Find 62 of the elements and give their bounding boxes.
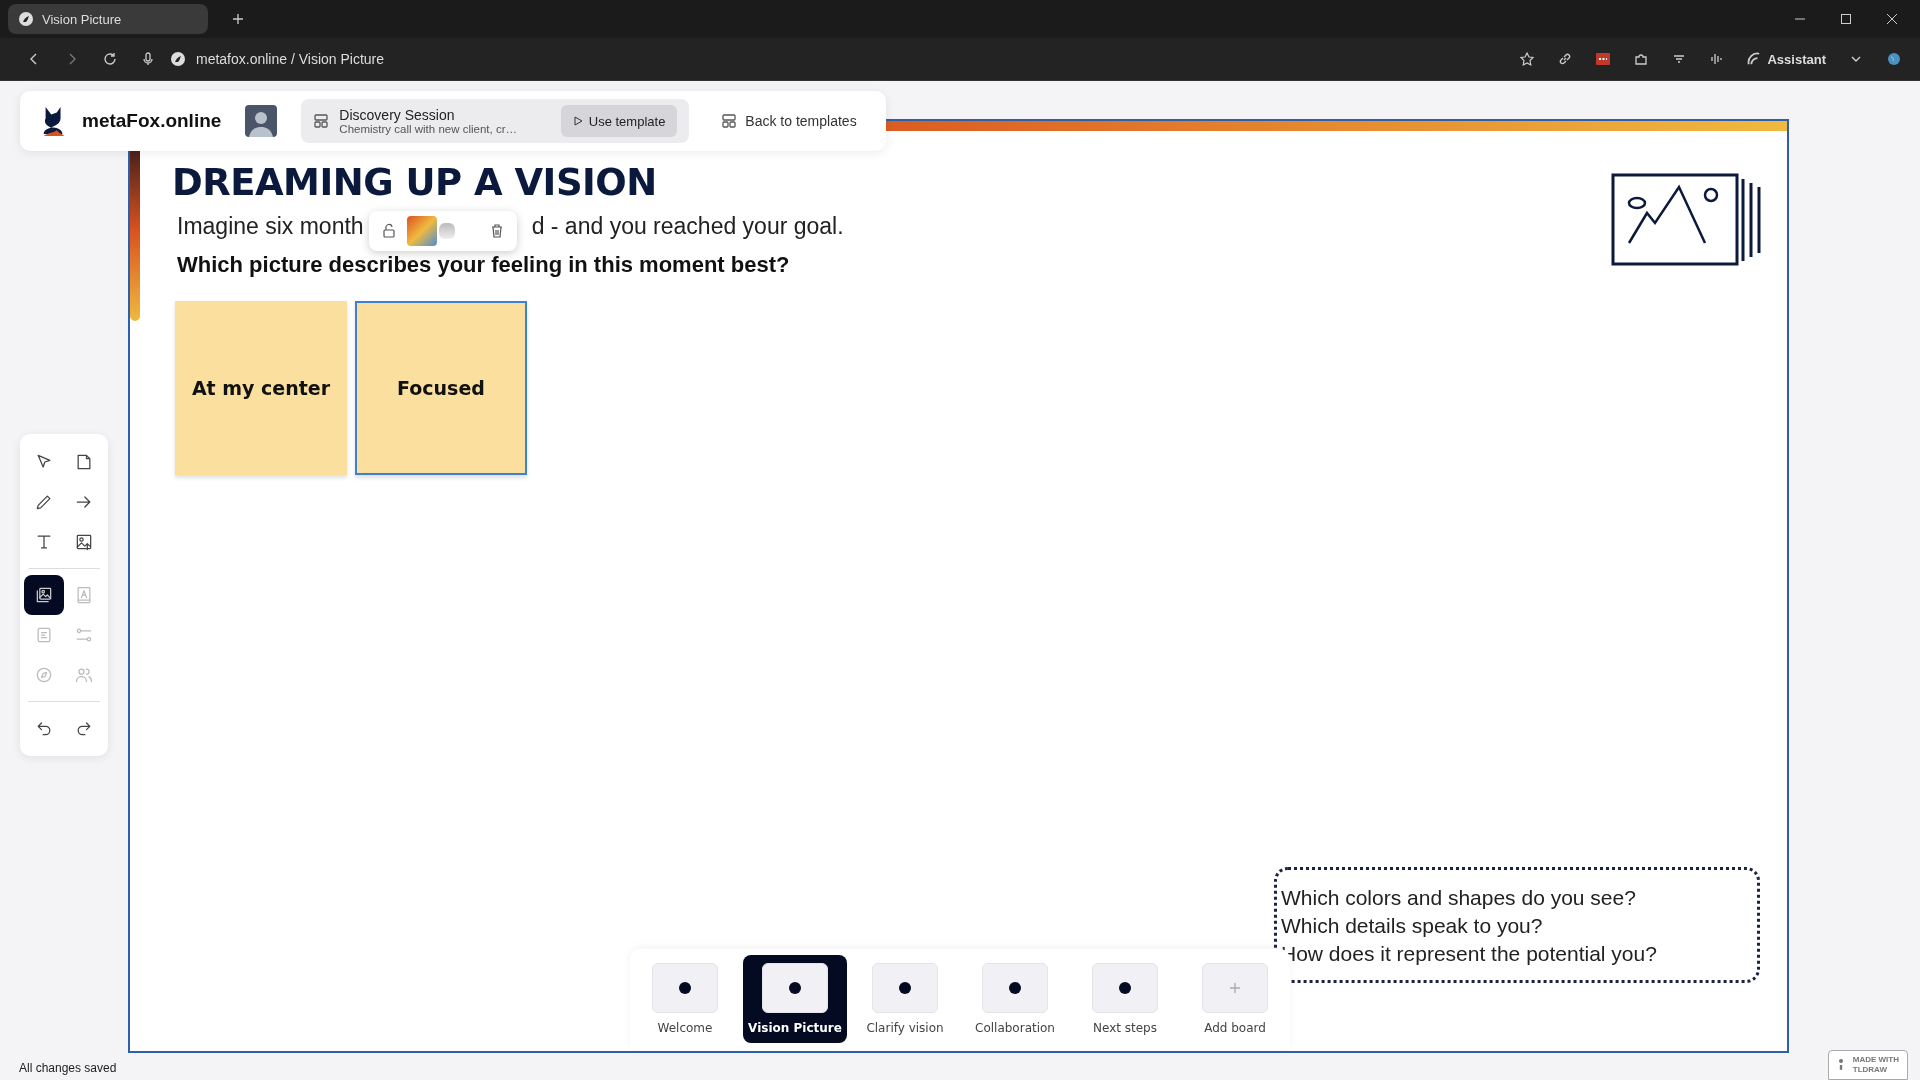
board-label: Collaboration xyxy=(975,1021,1055,1035)
badge-text: TLDRAW xyxy=(1852,1065,1888,1075)
question-text: Which picture describes your feeling in this moment best? xyxy=(177,252,790,278)
play-icon xyxy=(572,116,583,126)
sticky-note[interactable]: At my center xyxy=(175,301,347,475)
board-thumbnail xyxy=(982,963,1048,1013)
sticky-note[interactable]: Focused xyxy=(355,301,527,475)
board-tab[interactable]: Collaboration xyxy=(963,955,1067,1043)
template-icon xyxy=(721,113,738,129)
color-swatch[interactable] xyxy=(407,216,437,246)
avatar[interactable] xyxy=(245,105,278,137)
board-thumbnail xyxy=(762,963,828,1013)
intro-text: d - and you reached your goal. xyxy=(531,213,844,240)
board-label: Clarify vision xyxy=(866,1021,944,1035)
site-icon xyxy=(18,11,34,27)
board-tab[interactable]: Welcome xyxy=(633,955,737,1043)
prompt-text: Which colors and shapes do you see? xyxy=(1281,885,1637,911)
address-field[interactable]: metafox.online / Vision Picture xyxy=(196,51,385,67)
intro-text: Imagine six month xyxy=(177,213,364,240)
trash-icon[interactable] xyxy=(489,223,505,239)
gallery-icon xyxy=(34,585,54,605)
close-icon[interactable] xyxy=(1884,11,1900,27)
lock-icon[interactable] xyxy=(381,223,397,239)
extension-icon[interactable] xyxy=(1595,51,1612,67)
board-thumbnail xyxy=(652,963,718,1013)
new-tab-icon[interactable] xyxy=(230,11,246,27)
made-with-badge[interactable]: MADE WITH TLDRAW xyxy=(1827,1050,1908,1080)
tldraw-icon xyxy=(1836,1057,1845,1073)
microphone-icon[interactable] xyxy=(140,51,156,67)
save-status: All changes saved xyxy=(19,1061,117,1075)
template-icon xyxy=(313,113,330,129)
compass-icon xyxy=(34,665,54,685)
brand-name: metaFox.online xyxy=(82,110,222,132)
opacity-swatch[interactable] xyxy=(439,223,455,239)
board-tab[interactable]: Next steps xyxy=(1073,955,1177,1043)
gallery-tool[interactable] xyxy=(24,575,64,615)
image-upload-icon xyxy=(74,532,94,552)
board-title: DREAMING UP A VISION xyxy=(172,161,657,204)
board-thumbnail xyxy=(872,963,938,1013)
session-title: Discovery Session xyxy=(339,107,456,123)
badge-text: MADE WITH xyxy=(1852,1055,1899,1065)
board-tab[interactable]: Clarify vision xyxy=(853,955,957,1043)
board-tab[interactable]: Add board xyxy=(1183,955,1287,1043)
maximize-icon[interactable] xyxy=(1838,11,1854,27)
plus-icon xyxy=(1229,982,1241,994)
back-to-templates-button[interactable]: Back to templates xyxy=(715,112,863,130)
star-icon[interactable] xyxy=(1519,51,1536,67)
globe-icon[interactable] xyxy=(1886,51,1902,67)
board-label: Welcome xyxy=(657,1021,713,1035)
assistant-button[interactable]: Assistant xyxy=(1739,51,1834,67)
session-subtitle: Chemistry call with new client, cr… xyxy=(339,123,518,135)
board-label: Next steps xyxy=(1093,1021,1157,1035)
site-icon xyxy=(170,51,186,67)
board-thumbnail xyxy=(1092,963,1158,1013)
assistant-icon xyxy=(1747,52,1762,66)
board-label: Add board xyxy=(1204,1021,1266,1035)
browser-tab[interactable]: Vision Picture xyxy=(8,4,208,34)
board-label: Vision Picture xyxy=(748,1021,842,1035)
reload-icon[interactable] xyxy=(102,51,118,67)
prompt-text: Which details speak to you? xyxy=(1281,913,1544,939)
use-template-button[interactable]: Use template xyxy=(560,105,678,137)
board-tab[interactable]: Vision Picture xyxy=(743,955,847,1043)
